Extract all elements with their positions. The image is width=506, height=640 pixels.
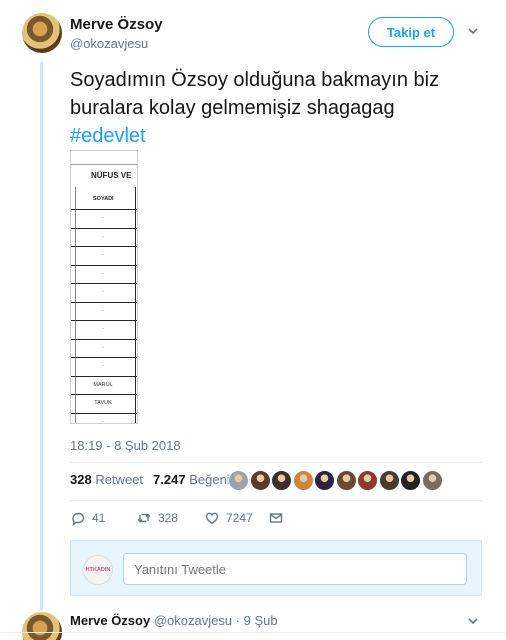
- next-tweet-author: Merve Özsoy: [70, 613, 151, 628]
- like-stat[interactable]: 7.247 Beğeni: [153, 472, 230, 487]
- document-header-band: [71, 151, 137, 165]
- thread-line: [40, 62, 43, 610]
- liker-avatar[interactable]: [357, 470, 378, 491]
- liker-avatar[interactable]: [228, 470, 249, 491]
- document-row: ·: [71, 264, 137, 283]
- liker-avatar[interactable]: [271, 470, 292, 491]
- current-user-avatar: HTKADIN: [83, 555, 113, 585]
- document-row-label: MARUL: [93, 381, 113, 388]
- document-row: ·: [71, 357, 137, 375]
- document-row: ·: [71, 246, 137, 264]
- divider: [70, 462, 482, 463]
- document-row-label: ·: [102, 326, 104, 332]
- reply-composer: HTKADIN: [70, 540, 482, 596]
- retweet-stat[interactable]: 328 Retweet: [70, 472, 143, 487]
- tweet-actions: 41 328 7247: [70, 510, 470, 530]
- author-avatar[interactable]: [22, 13, 62, 53]
- document-row: ·: [71, 320, 137, 338]
- like-stat-label: Beğeni: [189, 472, 230, 487]
- like-action[interactable]: 7247: [204, 510, 253, 526]
- document-row-label: ·: [102, 215, 104, 221]
- document-row: ·: [71, 301, 137, 320]
- next-tweet-header[interactable]: Merve Özsoy @okozavjesu · 9 Şub: [70, 613, 278, 628]
- chevron-down-icon[interactable]: [468, 26, 478, 36]
- divider: [70, 500, 482, 501]
- retweet-action[interactable]: 328: [136, 510, 178, 526]
- tweet-body: Soyadımın Özsoy olduğuna bakmayın biz bu…: [70, 69, 440, 119]
- tweet-timestamp[interactable]: 18:19 - 8 Şub 2018: [70, 438, 181, 453]
- retweet-count: 328: [158, 511, 179, 525]
- hashtag-link[interactable]: #edevlet: [70, 125, 146, 147]
- document-row-label: ·: [102, 233, 104, 240]
- document-row-label: ·: [102, 252, 104, 258]
- like-count: 7247: [226, 511, 253, 525]
- tweet-text: Soyadımın Özsoy olduğuna bakmayın biz bu…: [70, 66, 490, 150]
- liker-avatar[interactable]: [378, 470, 400, 491]
- envelope-icon: [269, 513, 283, 523]
- document-row: ·: [71, 338, 137, 357]
- liker-avatar[interactable]: [292, 470, 314, 491]
- retweet-icon: [137, 513, 151, 523]
- liker-avatar[interactable]: [314, 470, 335, 491]
- author-handle[interactable]: @okozavjesu: [70, 36, 148, 51]
- document-row: ·: [71, 227, 137, 246]
- next-tweet-meta: @okozavjesu · 9 Şub: [153, 613, 278, 628]
- reply-count: 41: [92, 511, 106, 525]
- document-row: ·: [71, 209, 137, 227]
- document-row-label: ·: [102, 418, 104, 424]
- document-row: ·: [71, 412, 137, 424]
- heart-icon: [205, 512, 219, 525]
- like-stat-count: 7.247: [153, 472, 186, 487]
- next-tweet-avatar[interactable]: [22, 612, 62, 640]
- document-row: MARUL: [71, 375, 137, 394]
- direct-message-action[interactable]: [268, 510, 284, 526]
- document-row-label: ·: [102, 270, 104, 277]
- liker-avatar[interactable]: [249, 470, 271, 491]
- document-row-label: ·: [102, 344, 104, 351]
- document-row: TAVUK: [71, 394, 137, 412]
- liker-avatar[interactable]: [421, 470, 443, 491]
- liker-avatar[interactable]: [335, 470, 357, 491]
- follow-button[interactable]: Takip et: [368, 17, 454, 47]
- reply-action[interactable]: 41: [70, 510, 105, 526]
- divider: [0, 632, 506, 633]
- author-name[interactable]: Merve Özsoy: [70, 16, 163, 33]
- document-row-label: TAVUK: [94, 400, 112, 406]
- liker-avatar[interactable]: [400, 470, 421, 491]
- retweet-stat-label: Retweet: [95, 472, 144, 487]
- document-row-label: ·: [102, 289, 104, 295]
- document-column-header: SOYADI: [93, 196, 114, 202]
- document-row: ·: [71, 283, 137, 301]
- tweet-image[interactable]: NÜFUS VE SOYADI · · · · · · · · · MARUL TAVUK ·: [70, 150, 138, 424]
- reply-input[interactable]: [123, 553, 467, 585]
- document-row-label: ·: [102, 307, 104, 314]
- retweet-stat-count: 328: [70, 472, 92, 487]
- chevron-down-icon[interactable]: [468, 616, 478, 626]
- document-title: NÜFUS VE: [91, 171, 132, 180]
- document-row-label: ·: [102, 363, 104, 369]
- engagement-stats: 328 Retweet 7.247 Beğeni: [70, 472, 230, 487]
- reply-icon: [72, 512, 85, 526]
